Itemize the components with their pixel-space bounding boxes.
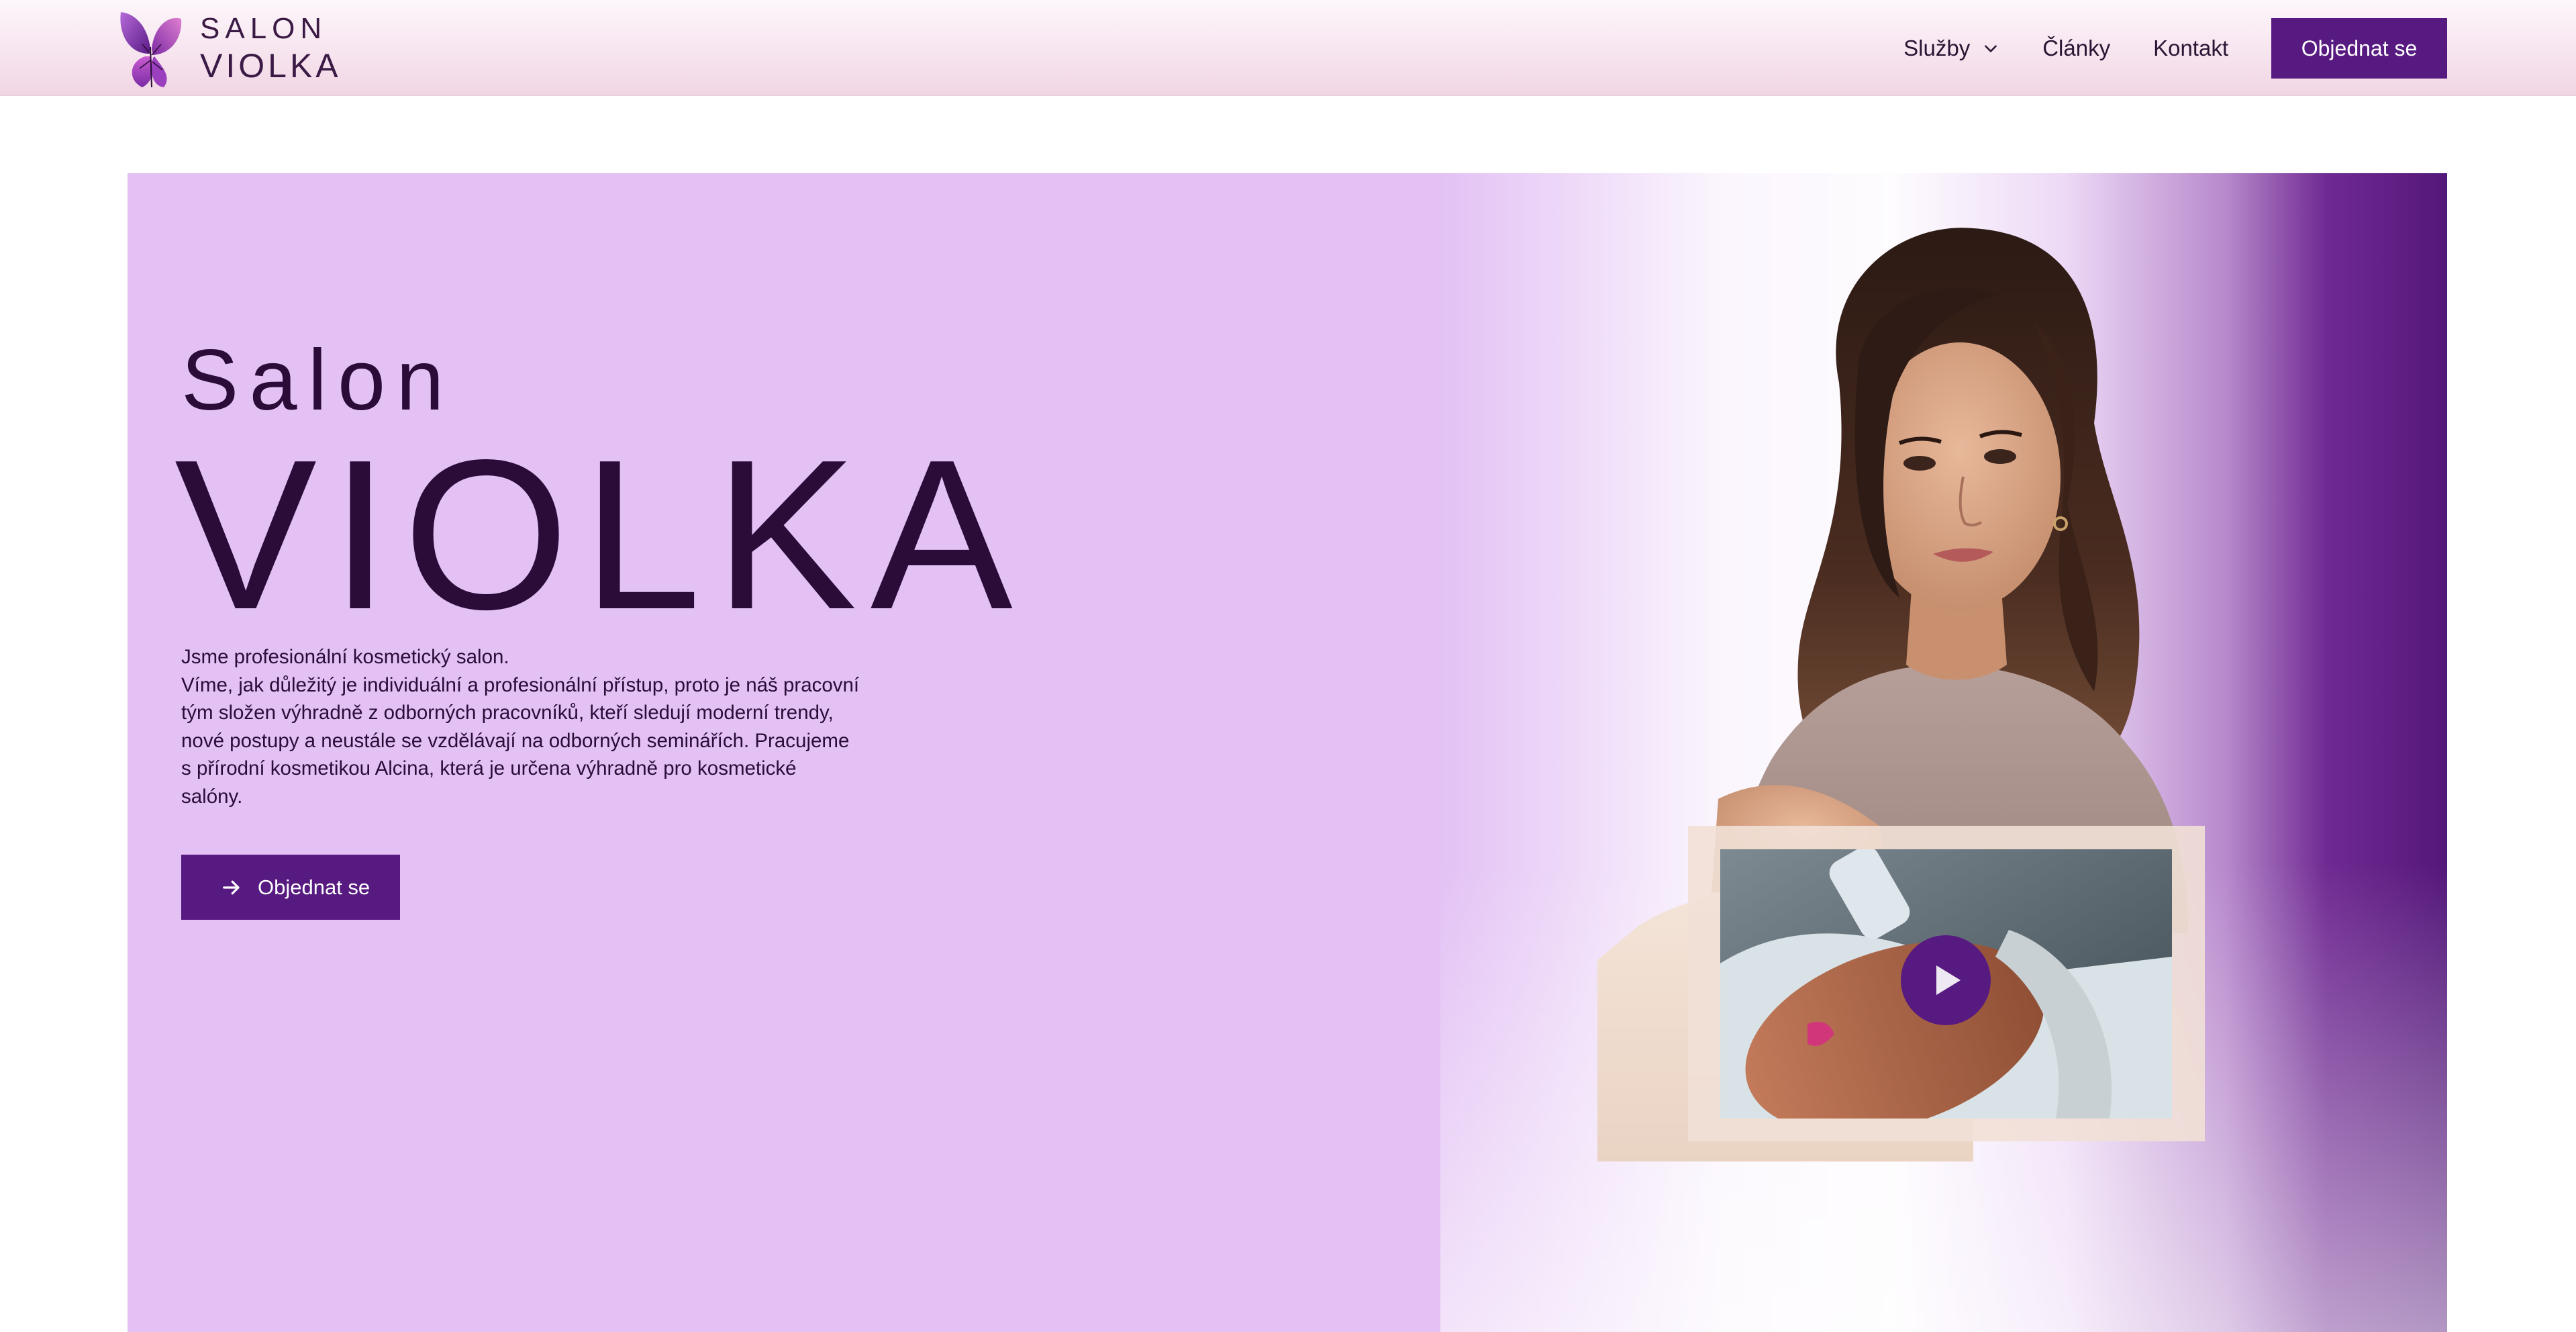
hero-description-line: s přírodní kosmetikou Alcina, která je u… xyxy=(181,757,797,780)
play-icon xyxy=(1936,965,1961,995)
hero-title-violka: VIOLKA xyxy=(175,416,1026,654)
video-play-button[interactable] xyxy=(1901,935,1991,1025)
hero-description-line: Jsme profesionální kosmetický salon. xyxy=(181,646,509,668)
nav-services-dropdown[interactable]: Služby xyxy=(1903,36,1999,61)
hero-description-line: tým složen výhradně z odborných pracovní… xyxy=(181,702,834,724)
header-book-button[interactable]: Objednat se xyxy=(2271,18,2447,79)
logo-wordmark: SALON VIOLKA xyxy=(200,14,342,83)
logo-line-1: SALON xyxy=(200,12,328,45)
logo-line-2: VIOLKA xyxy=(200,47,342,85)
arrow-right-icon xyxy=(223,880,240,894)
hero-description: Jsme profesionální kosmetický salon. Vím… xyxy=(181,643,873,811)
hero-description-line: salóny. xyxy=(181,785,243,808)
hero-book-button[interactable]: Objednat se xyxy=(181,855,400,920)
site-header: SALON VIOLKA Služby Články Kontakt Objed… xyxy=(0,0,2576,96)
hero-description-line: nové postupy a neustále se vzdělávají na… xyxy=(181,729,850,752)
hero-description-line: Víme, jak důležitý je individuální a pro… xyxy=(181,673,860,696)
nav-contact-link[interactable]: Kontakt xyxy=(2153,36,2228,61)
hero-book-label: Objednat se xyxy=(258,875,370,899)
violet-flower-icon xyxy=(115,7,185,90)
hero-title-salon: Salon xyxy=(181,332,455,428)
nav-services-label: Služby xyxy=(1903,36,1971,60)
main-nav: Služby Články Kontakt Objednat se xyxy=(1903,18,2447,79)
chevron-down-icon xyxy=(1985,45,1997,52)
nav-articles-link[interactable]: Články xyxy=(2042,36,2110,61)
logo[interactable]: SALON VIOLKA xyxy=(115,7,338,90)
